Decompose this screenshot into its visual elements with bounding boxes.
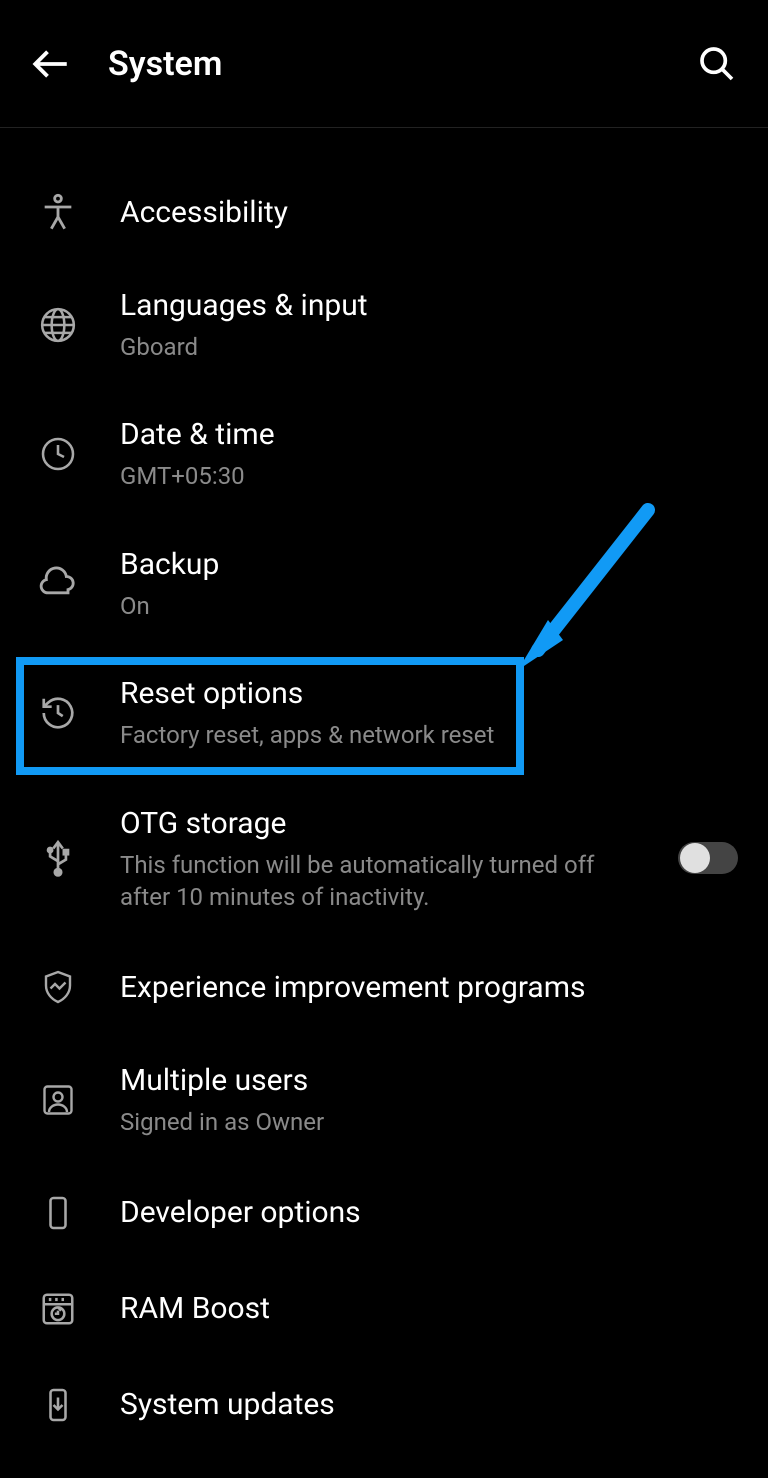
- item-experience-improvement[interactable]: Experience improvement programs: [0, 939, 768, 1035]
- item-title: RAM Boost: [120, 1289, 738, 1328]
- search-icon[interactable]: [694, 41, 740, 87]
- back-arrow-icon[interactable]: [28, 41, 74, 87]
- item-text: Developer options: [120, 1193, 738, 1232]
- accessibility-icon: [30, 192, 86, 232]
- reset-icon: [30, 694, 86, 732]
- item-subtitle: Factory reset, apps & network reset: [120, 719, 738, 751]
- item-developer-options[interactable]: Developer options: [0, 1165, 768, 1261]
- page-title: System: [108, 44, 694, 84]
- settings-list: Accessibility Languages & input Gboard D…: [0, 128, 768, 1453]
- item-reset-options[interactable]: Reset options Factory reset, apps & netw…: [0, 648, 768, 777]
- clock-icon: [30, 436, 86, 472]
- item-text: Reset options Factory reset, apps & netw…: [120, 674, 738, 751]
- item-otg-storage[interactable]: OTG storage This function will be automa…: [0, 778, 768, 940]
- item-text: RAM Boost: [120, 1289, 738, 1328]
- item-subtitle: Gboard: [120, 331, 738, 363]
- otg-toggle[interactable]: [678, 842, 738, 874]
- item-ram-boost[interactable]: RAM Boost: [0, 1261, 768, 1357]
- item-title: OTG storage: [120, 804, 668, 843]
- phone-icon: [30, 1195, 86, 1231]
- item-title: Experience improvement programs: [120, 968, 738, 1007]
- item-title: Reset options: [120, 674, 738, 713]
- item-system-updates[interactable]: System updates: [0, 1357, 768, 1453]
- user-icon: [30, 1082, 86, 1118]
- item-subtitle: This function will be automatically turn…: [120, 849, 600, 914]
- item-title: Backup: [120, 545, 738, 584]
- item-accessibility[interactable]: Accessibility: [0, 164, 768, 260]
- usb-icon: [30, 839, 86, 877]
- header: System: [0, 0, 768, 128]
- item-text: Multiple users Signed in as Owner: [120, 1061, 738, 1138]
- item-title: Multiple users: [120, 1061, 738, 1100]
- item-subtitle: Signed in as Owner: [120, 1106, 738, 1138]
- system-update-icon: [30, 1387, 86, 1423]
- ram-boost-icon: [30, 1290, 86, 1328]
- globe-icon: [30, 306, 86, 344]
- item-title: System updates: [120, 1385, 738, 1424]
- item-text: OTG storage This function will be automa…: [120, 804, 668, 914]
- item-title: Date & time: [120, 415, 738, 454]
- item-subtitle: GMT+05:30: [120, 460, 738, 492]
- item-text: Date & time GMT+05:30: [120, 415, 738, 492]
- item-multiple-users[interactable]: Multiple users Signed in as Owner: [0, 1035, 768, 1164]
- item-subtitle: On: [120, 590, 738, 622]
- cloud-icon: [30, 563, 86, 603]
- item-languages[interactable]: Languages & input Gboard: [0, 260, 768, 389]
- item-text: Accessibility: [120, 193, 738, 232]
- item-datetime[interactable]: Date & time GMT+05:30: [0, 389, 768, 518]
- item-text: System updates: [120, 1385, 738, 1424]
- item-title: Developer options: [120, 1193, 738, 1232]
- item-title: Languages & input: [120, 286, 738, 325]
- item-backup[interactable]: Backup On: [0, 519, 768, 648]
- item-text: Backup On: [120, 545, 738, 622]
- shield-icon: [30, 969, 86, 1005]
- item-title: Accessibility: [120, 193, 738, 232]
- item-text: Experience improvement programs: [120, 968, 738, 1007]
- item-text: Languages & input Gboard: [120, 286, 738, 363]
